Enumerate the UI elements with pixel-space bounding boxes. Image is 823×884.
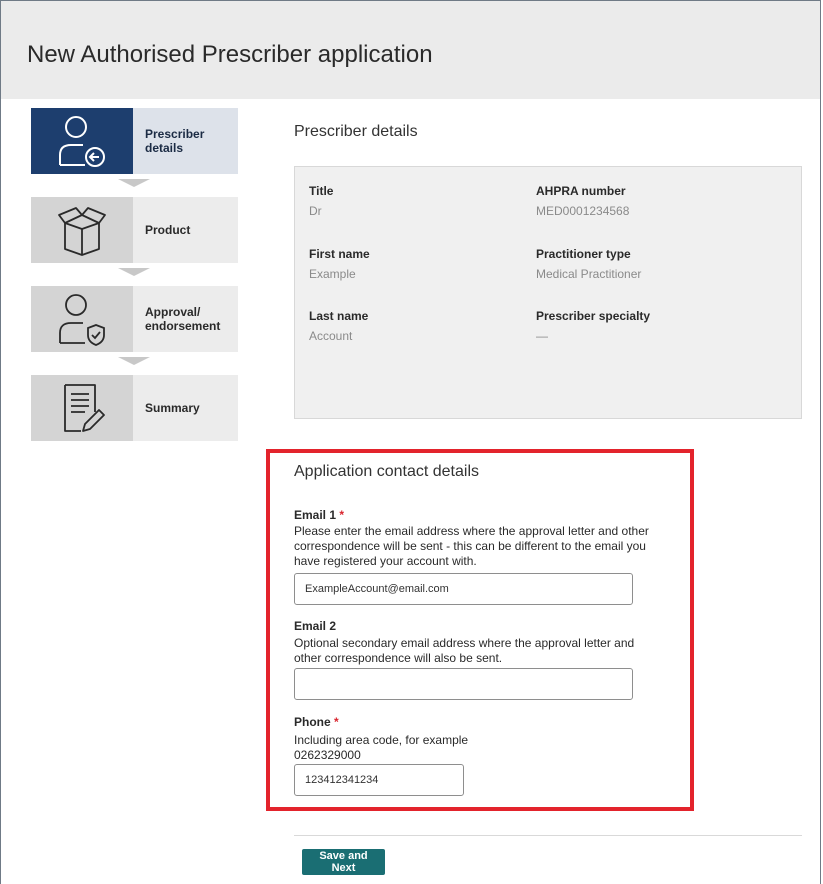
field-first-name: First name Example (309, 247, 370, 281)
divider (294, 835, 802, 836)
email2-input[interactable] (294, 668, 633, 700)
field-label: Last name (309, 309, 369, 323)
field-value: Example (309, 267, 356, 281)
field-value: Dr (309, 204, 322, 218)
phone-label: Phone * (294, 715, 339, 729)
field-label: Prescriber specialty (536, 309, 651, 323)
step-product[interactable]: Product (31, 197, 238, 263)
field-label: AHPRA number (536, 184, 626, 198)
page-header: New Authorised Prescriber application (1, 1, 820, 99)
field-label: Title (309, 184, 334, 198)
field-title: Title Dr (309, 184, 333, 218)
email2-help: Optional secondary email address where t… (294, 636, 635, 665)
person-shield-icon (31, 286, 133, 352)
step-label: Product (133, 197, 238, 263)
step-connector (118, 179, 150, 187)
email1-input[interactable] (294, 573, 633, 605)
phone-input[interactable] (294, 764, 464, 796)
field-value: — (536, 329, 548, 343)
phone-help: Including area code, for example 0262329… (294, 733, 469, 762)
email1-label: Email 1 * (294, 508, 345, 522)
step-connector (118, 268, 150, 276)
document-pen-icon (31, 375, 133, 441)
person-arrow-icon (31, 108, 133, 174)
box-icon (31, 197, 133, 263)
required-marker: * (339, 508, 345, 522)
step-prescriber-details[interactable]: Prescriber details (31, 108, 238, 174)
field-label: First name (309, 247, 370, 261)
step-label: Approval/ endorsement (133, 286, 238, 352)
save-and-next-button[interactable]: Save and Next (302, 849, 385, 875)
field-prescriber-specialty: Prescriber specialty — (536, 309, 650, 343)
field-value: Medical Practitioner (536, 267, 642, 281)
field-value: Account (309, 329, 353, 343)
page-title: New Authorised Prescriber application (27, 41, 433, 68)
required-marker: * (334, 715, 339, 729)
email1-help: Please enter the email address where the… (294, 524, 649, 568)
step-connector (118, 357, 150, 365)
field-value: MED0001234568 (536, 204, 630, 218)
field-practitioner-type: Practitioner type Medical Practitioner (536, 247, 641, 281)
field-ahpra-number: AHPRA number MED0001234568 (536, 184, 629, 218)
prescriber-details-heading: Prescriber details (294, 123, 418, 140)
field-last-name: Last name Account (309, 309, 368, 343)
step-summary[interactable]: Summary (31, 375, 238, 441)
contact-details-heading: Application contact details (294, 463, 479, 480)
step-approval-endorsement[interactable]: Approval/ endorsement (31, 286, 238, 352)
email2-label: Email 2 (294, 619, 337, 633)
prescriber-details-panel: Title Dr AHPRA number MED0001234568 Firs… (294, 166, 802, 419)
step-label: Prescriber details (133, 108, 238, 174)
step-label: Summary (133, 375, 238, 441)
field-label: Practitioner type (536, 247, 631, 261)
